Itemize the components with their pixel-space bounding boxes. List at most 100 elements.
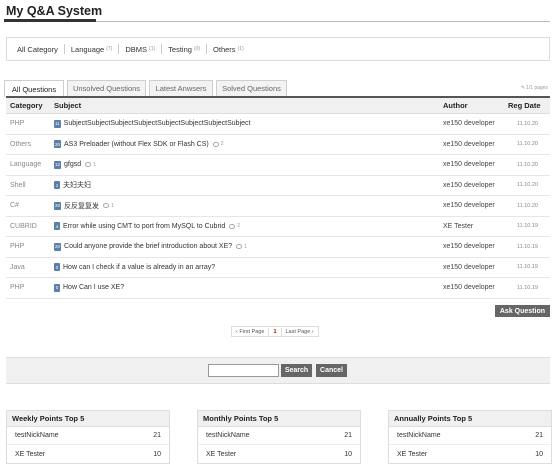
points-title: Monthly Points Top 5 [198,411,360,427]
points-score: 21 [535,432,543,439]
points-row: XE Tester 10 [389,445,551,463]
answer-count-badge: 4 [54,222,60,231]
row-subject-cell: 20 反反复复发 1 [54,201,443,211]
table-row: PHP 11 SubjectSubjectSubjectSubjectSubject… [6,114,550,135]
points-row: testNickName 21 [7,427,169,445]
tab-unsolved-questions[interactable]: Unsolved Questions [67,80,146,96]
category-dbms[interactable]: DBMS (1) [125,45,155,54]
comment-icon [103,203,110,209]
category-label: Language [70,44,105,54]
row-author[interactable]: xe150 developer [443,182,505,189]
points-nickname[interactable]: testNickName [397,432,441,439]
search-button[interactable]: Search [281,364,312,377]
category-label: All Category [17,44,58,54]
cancel-button[interactable]: Cancel [316,364,347,377]
category-language[interactable]: Language (7) [71,45,113,54]
row-date: 11.10.19 [516,284,538,291]
tab-solved-questions[interactable]: Solved Questions [216,80,287,96]
row-category: Language [10,161,42,169]
category-all[interactable]: All Category [17,45,58,54]
table-row: PHP 0 How Can I use XE? xe150 developer 11.1… [6,278,550,299]
points-nickname[interactable]: XE Tester [206,451,236,458]
category-testing[interactable]: Testing (0) [168,45,200,54]
category-separator [161,44,163,54]
question-subject-link[interactable]: SubjectSubjectSubjectSubjectSubjectSubje… [64,120,251,127]
row-category: C# [10,202,19,210]
comment-icon [212,141,219,147]
row-category: Others [10,140,32,148]
question-subject-link[interactable]: 夫妇夫妇 [63,180,91,190]
answer-count-badge: 0 [54,263,60,272]
first-page-link[interactable]: ‹ First Page [232,329,268,335]
tab-latest-answers[interactable]: Latest Anwsers [149,80,213,96]
points-title: Annually Points Top 5 [389,411,551,427]
row-author[interactable]: xe150 developer [443,141,505,148]
question-subject-link[interactable]: 反反复复发 [64,201,99,211]
points-score: 10 [153,450,161,458]
table-row: PHP 20 Could anyone provide the brief intr… [6,237,550,258]
points-nickname[interactable]: testNickName [206,432,250,439]
category-label: DBMS [125,44,148,54]
points-score: 10 [344,450,352,458]
question-subject-link[interactable]: How Can I use XE? [63,284,124,291]
row-subject-cell: 0 How can I check if a value is already i… [54,263,443,272]
row-subject-cell: 11 SubjectSubjectSubjectSubjectSubjectSub… [54,119,443,128]
comment-count-text: 1 [244,243,247,250]
row-category: PHP [10,120,25,128]
row-author[interactable]: XE Tester [443,223,505,230]
question-subject-link[interactable]: AS3 Preloader (without Flex SDK or Flash… [64,141,209,148]
header-category: Category [10,101,43,110]
points-nickname[interactable]: XE Tester [397,451,427,458]
table-row: Language 12 gfgsd 1 xe150 developer 11.10.20 [6,155,550,176]
page-title: My Q&A System [6,4,103,18]
question-subject-link[interactable]: gfgsd [64,161,81,168]
comment-count-text: 2 [220,141,224,148]
monthly-points-box: Monthly Points Top 5 testNickName 21 XE T… [197,410,361,464]
search-area: Search Cancel [6,357,550,384]
row-date: 11.10.20 [516,202,538,209]
category-separator [206,44,208,54]
title-divider [96,21,550,22]
question-tabs: All Questions Unsolved Questions Latest … [4,80,290,97]
current-page[interactable]: 1 [269,329,280,335]
category-label: Testing [168,44,192,54]
category-label: Others [213,44,236,54]
row-author[interactable]: xe150 developer [443,264,505,271]
row-subject-cell: 20 AS3 Preloader (without Flex SDK or Fla… [54,140,443,149]
row-author[interactable]: xe150 developer [443,284,505,291]
points-title: Weekly Points Top 5 [7,411,169,427]
row-date: 11.10.19 [516,264,538,271]
points-nickname[interactable]: testNickName [15,432,59,439]
row-author[interactable]: xe150 developer [443,120,505,127]
row-date: 11.10.20 [516,161,538,168]
answer-count-badge: 11 [54,119,61,128]
search-input[interactable] [208,364,279,377]
category-count: (1) [149,46,156,52]
ask-question-button[interactable]: Ask Question [494,305,550,317]
category-others[interactable]: Others (1) [213,45,244,54]
category-count: (1) [237,46,244,52]
qa-page: My Q&A System All Category Language (7) D… [0,0,560,475]
row-author[interactable]: xe150 developer [443,202,505,209]
question-subject-link[interactable]: Error while using CMT to port from MySQL… [63,223,225,230]
row-author[interactable]: xe150 developer [443,161,505,168]
comment-count: 1 [103,203,114,209]
points-nickname[interactable]: XE Tester [15,451,45,458]
comment-count-text: 2 [237,223,240,230]
tab-all-questions[interactable]: All Questions [4,80,64,97]
header-reg-date: Reg Date [508,101,541,110]
comment-count: 1 [236,244,247,250]
row-category: PHP [10,284,25,292]
points-row: XE Tester 10 [7,445,169,463]
row-author[interactable]: xe150 developer [443,243,505,250]
last-page-link[interactable]: Last Page › [282,329,318,335]
answer-count-badge: 20 [54,201,62,210]
answer-count-badge: 12 [54,160,62,169]
weekly-points-box: Weekly Points Top 5 testNickName 21 XE Te… [6,410,170,464]
answer-count-badge: 20 [54,242,62,251]
question-subject-link[interactable]: Could anyone provide the brief introduct… [64,243,232,250]
table-row: Shell 1 夫妇夫妇 xe150 developer 11.10.20 [6,176,550,196]
table-row: Others 20 AS3 Preloader (without Flex SDK … [6,135,550,155]
table-header: Category Subject Author Reg Date [6,98,550,114]
question-subject-link[interactable]: How can I check if a value is already in… [63,264,215,271]
